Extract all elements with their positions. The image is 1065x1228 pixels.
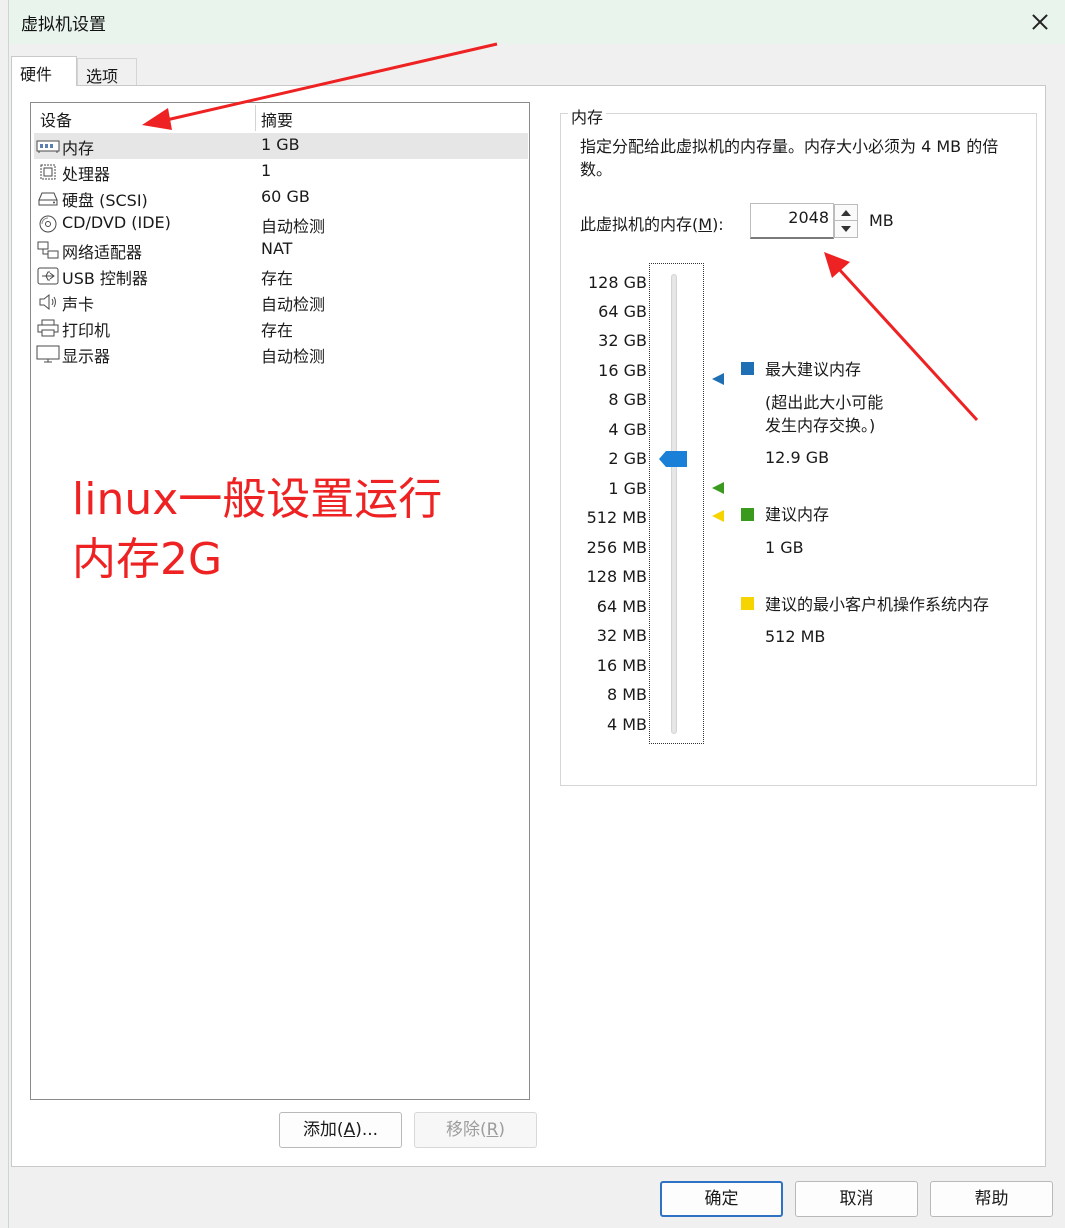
annotation-text: linux一般设置运行 内存2G xyxy=(72,470,492,590)
recommended-marker-icon xyxy=(712,482,724,494)
device-row-usb-controller[interactable]: USB 控制器 存在 xyxy=(34,263,528,289)
max-recommended-value: 12.9 GB xyxy=(765,448,830,467)
scale-label: 32 MB xyxy=(596,626,647,645)
scale-label: 8 GB xyxy=(608,390,647,409)
scale-label: 4 GB xyxy=(608,420,647,439)
annotation-line-2: 内存2G xyxy=(72,534,223,585)
column-header-summary[interactable]: 摘要 xyxy=(261,107,293,131)
min-guest-marker-icon xyxy=(712,510,724,522)
recommended-value: 1 GB xyxy=(765,538,804,557)
max-recommended-marker-icon xyxy=(712,373,724,385)
device-name: 网络适配器 xyxy=(62,243,143,262)
title-bar[interactable]: 虚拟机设置 xyxy=(9,0,1065,44)
device-row-cd-dvd[interactable]: CD/DVD (IDE) 自动检测 xyxy=(34,211,528,237)
memory-description: 指定分配给此虚拟机的内存量。内存大小必须为 4 MB 的倍数。 xyxy=(580,137,999,179)
device-summary: NAT xyxy=(261,239,293,258)
max-recommended-label: 最大建议内存 xyxy=(765,360,862,379)
cancel-button[interactable]: 取消 xyxy=(795,1181,918,1217)
scale-label: 16 GB xyxy=(598,361,647,380)
device-summary: 60 GB xyxy=(261,187,310,206)
scale-label: 16 MB xyxy=(596,656,647,675)
device-row-printer[interactable]: 打印机 存在 xyxy=(34,315,528,341)
cd-dvd-icon xyxy=(39,215,57,233)
add-button[interactable]: 添加(A)... xyxy=(279,1112,402,1148)
network-adapter-icon xyxy=(37,241,59,259)
max-recommended-swatch-icon xyxy=(741,362,754,375)
memory-slider-thumb[interactable] xyxy=(659,451,687,467)
device-row-sound-card[interactable]: 声卡 自动检测 xyxy=(34,289,528,315)
annotation-line-1: linux一般设置运行 xyxy=(72,474,443,525)
tab-options[interactable]: 选项 xyxy=(77,58,137,86)
device-row-display[interactable]: 显示器 自动检测 xyxy=(34,341,528,367)
min-guest-label: 建议的最小客户机操作系统内存 xyxy=(765,595,990,614)
scale-label: 64 GB xyxy=(598,302,647,321)
max-recommended-note-1: (超出此大小可能 xyxy=(765,393,884,412)
speaker-icon xyxy=(39,293,56,311)
device-row-processor[interactable]: 处理器 1 xyxy=(34,159,528,185)
monitor-icon xyxy=(36,345,60,363)
usb-icon xyxy=(37,267,59,285)
scale-label: 2 GB xyxy=(608,449,647,468)
window-title: 虚拟机设置 xyxy=(21,15,106,35)
min-guest-value: 512 MB xyxy=(765,627,826,646)
scale-label: 1 GB xyxy=(608,479,647,498)
device-list[interactable]: 设备 摘要 内存 1 GB 处理器 1 硬盘 (SCSI) 60 GB CD/D… xyxy=(30,102,530,1100)
device-row-memory[interactable]: 内存 1 GB xyxy=(34,133,528,159)
column-header-device[interactable]: 设备 xyxy=(40,107,72,131)
device-name: 声卡 xyxy=(62,295,95,314)
memory-spinner[interactable] xyxy=(834,204,858,238)
device-name: USB 控制器 xyxy=(62,269,148,288)
memory-slider-track[interactable] xyxy=(671,274,677,734)
processor-icon xyxy=(40,164,56,180)
scale-label: 128 GB xyxy=(588,273,647,292)
spin-up-arrow-icon[interactable] xyxy=(835,205,857,221)
close-button[interactable] xyxy=(1022,4,1058,40)
device-summary: 自动检测 xyxy=(261,217,326,236)
device-summary: 1 xyxy=(261,161,272,180)
device-row-network-adapter[interactable]: 网络适配器 NAT xyxy=(34,237,528,263)
scale-label: 128 MB xyxy=(586,567,647,586)
max-recommended-note-2: 发生内存交换。) xyxy=(765,416,876,435)
memory-field-label: 此虚拟机的内存(M): xyxy=(580,215,724,234)
scale-label: 256 MB xyxy=(586,538,647,557)
ok-button[interactable]: 确定 xyxy=(660,1181,783,1217)
device-name: 处理器 xyxy=(62,165,111,184)
scale-label: 32 GB xyxy=(598,331,647,350)
device-name: 硬盘 (SCSI) xyxy=(62,191,148,210)
help-button[interactable]: 帮助 xyxy=(930,1181,1053,1217)
scale-label: 64 MB xyxy=(596,597,647,616)
memory-unit: MB xyxy=(869,211,894,230)
device-name: CD/DVD (IDE) xyxy=(62,213,171,232)
spin-down-arrow-icon[interactable] xyxy=(835,221,857,237)
scale-label: 512 MB xyxy=(586,508,647,527)
device-summary: 存在 xyxy=(261,269,294,288)
tab-hardware[interactable]: 硬件 xyxy=(11,56,77,86)
recommended-swatch-icon xyxy=(741,508,754,521)
recommended-label: 建议内存 xyxy=(765,505,830,524)
memory-icon xyxy=(36,140,60,153)
column-separator[interactable] xyxy=(255,105,256,131)
memory-size-input[interactable]: 2048 xyxy=(750,203,834,239)
device-name: 显示器 xyxy=(62,347,111,366)
device-summary: 自动检测 xyxy=(261,347,326,366)
device-row-hard-disk[interactable]: 硬盘 (SCSI) 60 GB xyxy=(34,185,528,211)
scale-label: 4 MB xyxy=(606,715,647,734)
hard-disk-icon xyxy=(38,192,58,206)
min-guest-swatch-icon xyxy=(741,597,754,610)
device-summary: 自动检测 xyxy=(261,295,326,314)
device-summary: 1 GB xyxy=(261,135,300,154)
device-summary: 存在 xyxy=(261,321,294,340)
device-name: 打印机 xyxy=(62,321,111,340)
scale-label: 8 MB xyxy=(606,685,647,704)
device-name: 内存 xyxy=(62,139,95,158)
memory-group-title: 内存 xyxy=(568,104,607,128)
remove-button[interactable]: 移除(R) xyxy=(414,1112,537,1148)
printer-icon xyxy=(37,319,59,337)
